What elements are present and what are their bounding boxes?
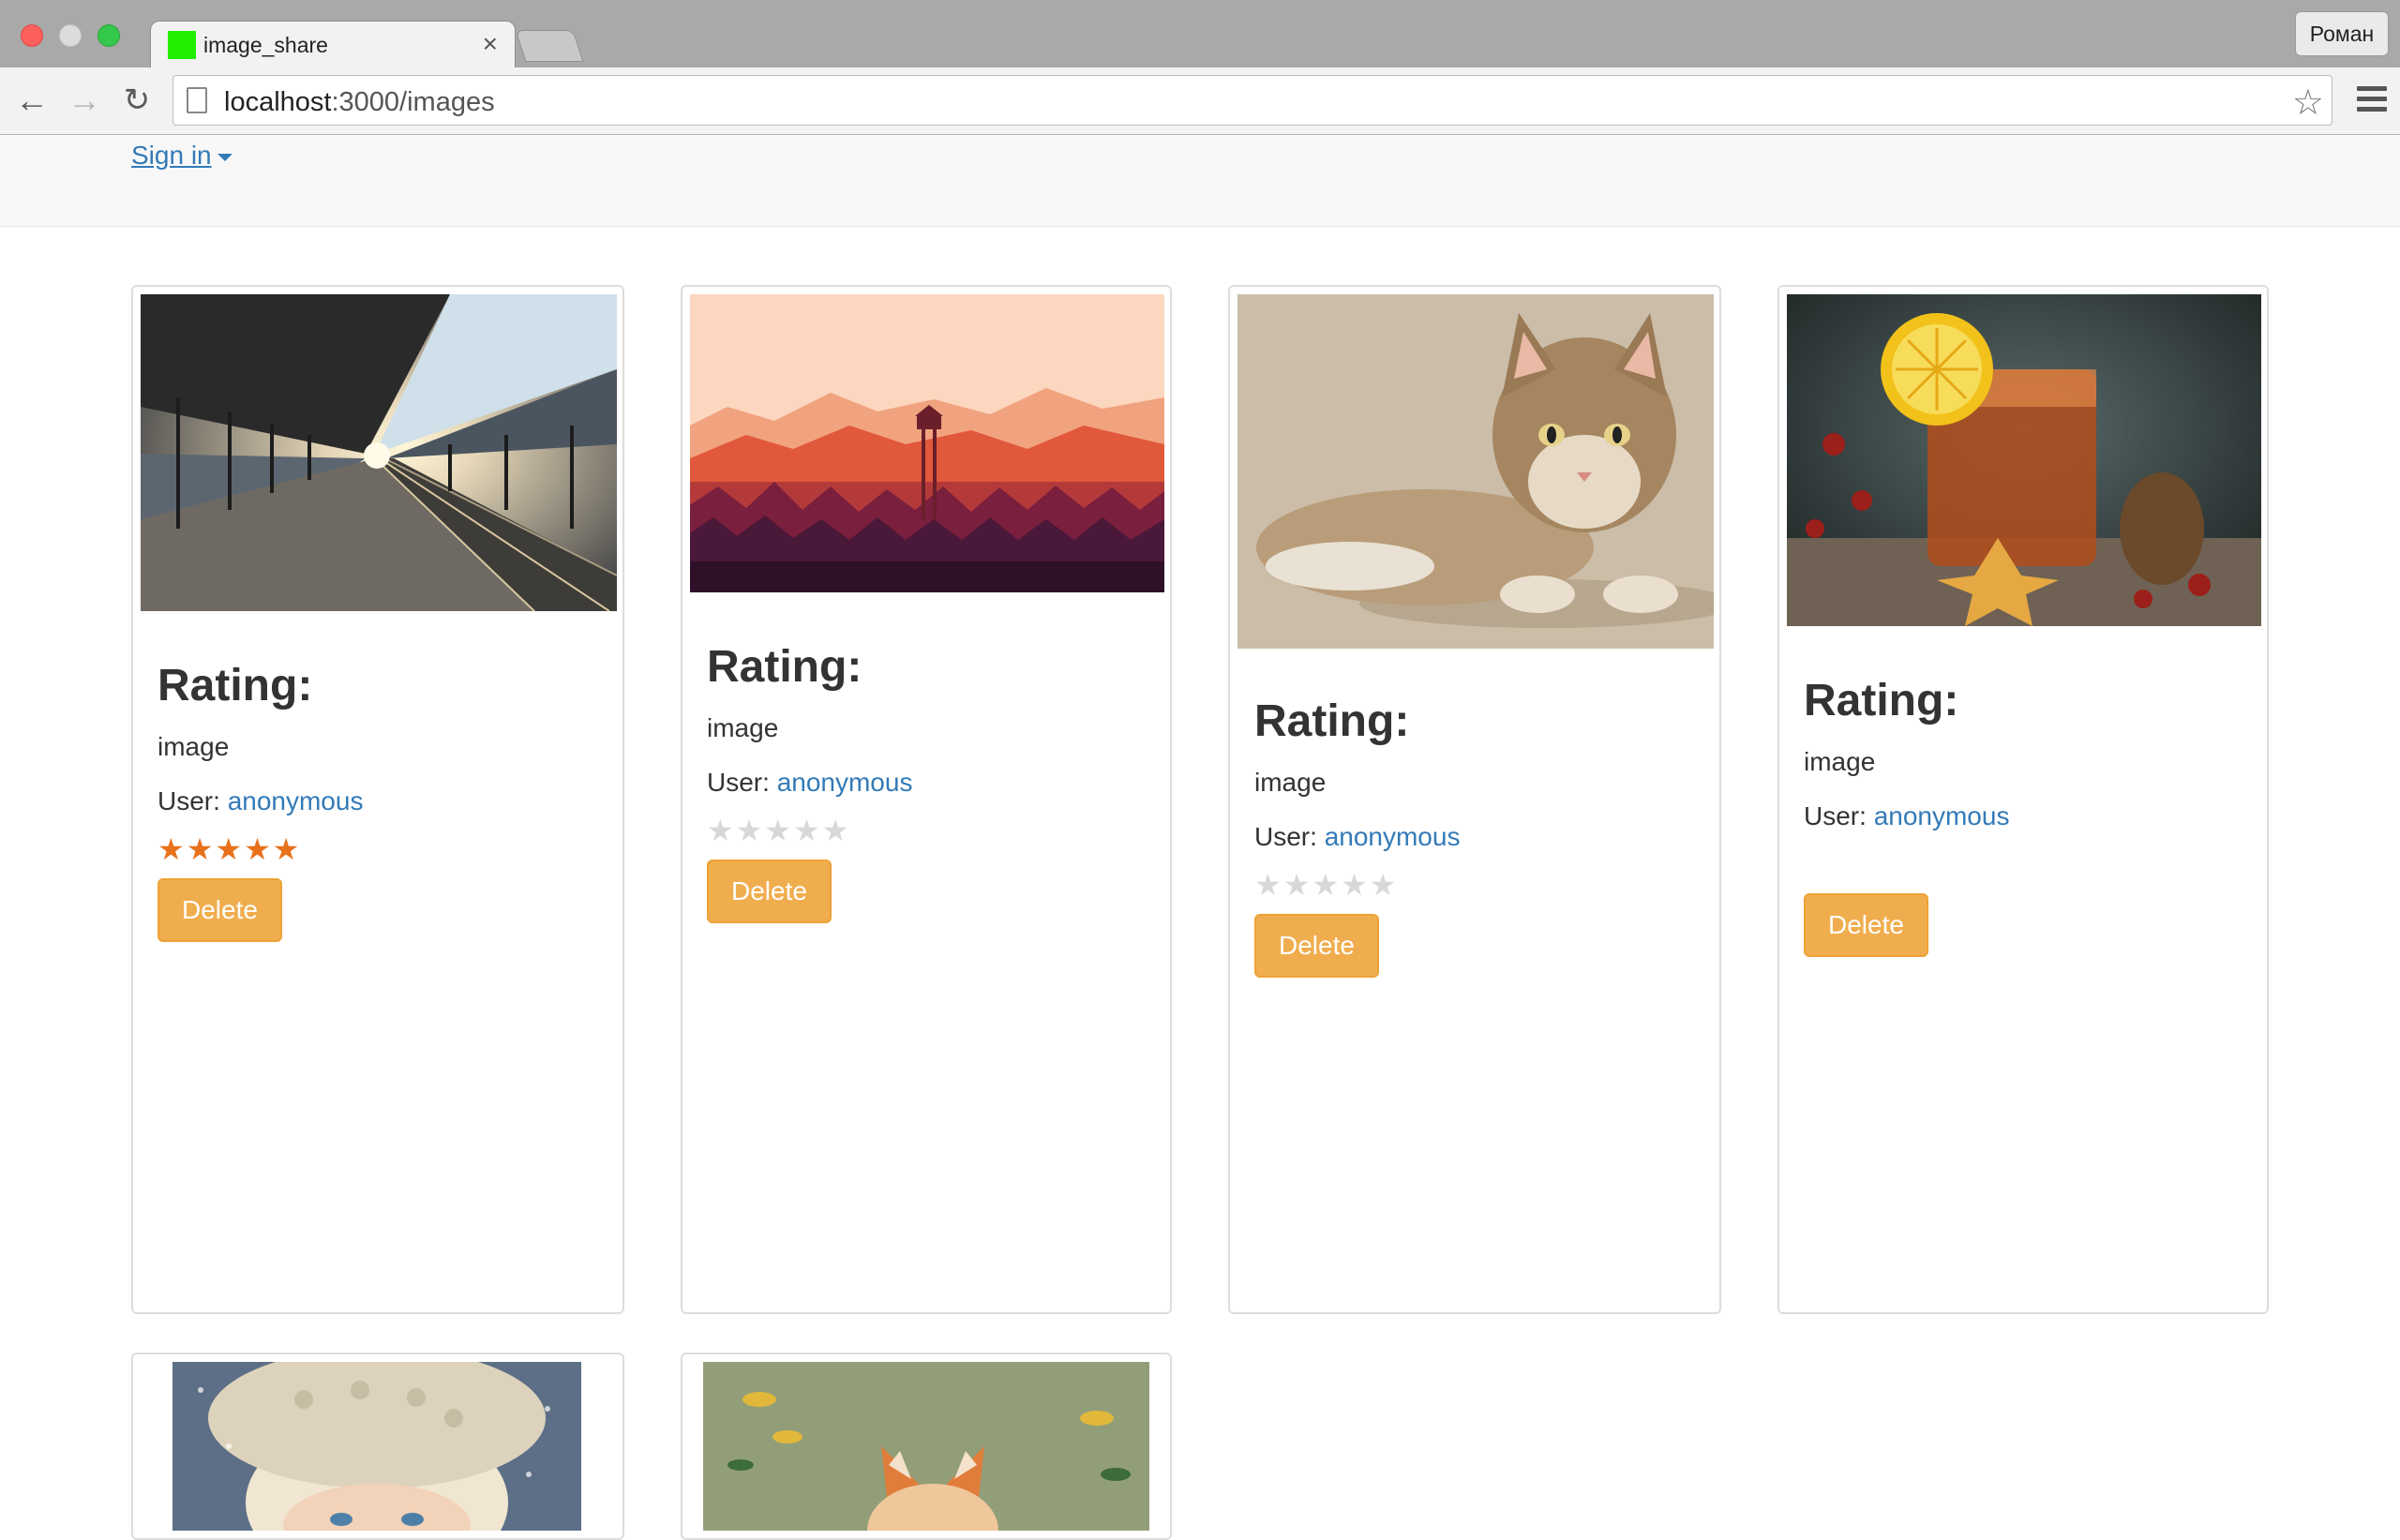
star-rating[interactable] — [1804, 846, 2009, 884]
user-line: User: anonymous — [1254, 822, 1460, 852]
bookmark-star-icon[interactable]: ☆ — [2292, 82, 2324, 124]
image-description: image — [707, 713, 779, 742]
empty-stars-icon[interactable]: ★★★★★ — [707, 814, 850, 847]
maximize-window-button[interactable] — [98, 24, 120, 47]
url-text[interactable]: localhost:3000/images — [224, 87, 495, 118]
image-thumbnail-fox-painting[interactable] — [703, 1362, 1149, 1531]
rating-heading: Rating: — [1804, 676, 1959, 725]
image-thumbnail-girl-painting[interactable] — [172, 1362, 581, 1531]
image-card — [681, 1353, 1172, 1540]
image-description: image — [158, 732, 230, 761]
filled-stars-icon[interactable]: ★★★★★ — [158, 832, 301, 866]
delete-button[interactable]: Delete — [1804, 893, 1928, 957]
sign-in-label: Sign in — [131, 141, 212, 170]
user-link[interactable]: anonymous — [1874, 801, 2010, 830]
user-line: User: anonymous — [158, 786, 363, 816]
user-line: User: anonymous — [1804, 801, 2009, 831]
user-link[interactable]: anonymous — [1325, 822, 1461, 851]
empty-stars-icon[interactable]: ★★★★★ — [1254, 868, 1398, 902]
image-card: Rating: image User: anonymous ★★★★★ Dele… — [1228, 285, 1721, 1314]
rating-heading: Rating: — [707, 642, 862, 692]
delete-button[interactable]: Delete — [158, 878, 282, 942]
user-prefix: User: — [1804, 801, 1874, 830]
image-card — [131, 1353, 624, 1540]
card-body: Rating: image User: anonymous Delete — [1804, 675, 2009, 957]
image-description: image — [1254, 768, 1327, 797]
image-card: Rating: image User: anonymous Delete — [1778, 285, 2269, 1314]
rating-heading: Rating: — [158, 661, 313, 710]
image-card: Rating: image User: anonymous ★★★★★ Dele… — [681, 285, 1172, 1314]
user-line: User: anonymous — [707, 768, 912, 798]
browser-toolbar: ← → ↻ localhost:3000/images ☆ — [0, 67, 2400, 135]
image-description: image — [1804, 747, 1876, 776]
delete-button[interactable]: Delete — [707, 860, 832, 923]
delete-button[interactable]: Delete — [1254, 914, 1379, 978]
tab-title: image_share — [203, 33, 328, 57]
card-body: Rating: image User: anonymous ★★★★★ Dele… — [707, 641, 912, 923]
minimize-window-button[interactable] — [59, 24, 82, 47]
hamburger-menu-icon[interactable] — [2357, 86, 2387, 114]
url-path: :3000/images — [331, 87, 495, 117]
star-rating[interactable]: ★★★★★ — [1254, 867, 1460, 905]
sign-in-dropdown[interactable]: Sign in — [131, 141, 232, 171]
forward-arrow-icon[interactable]: → — [66, 82, 103, 120]
image-thumbnail-railway-station[interactable] — [141, 294, 617, 611]
image-thumbnail-firewatch-forest[interactable] — [690, 294, 1164, 592]
card-body: Rating: image User: anonymous ★★★★★ Dele… — [1254, 695, 1460, 978]
close-window-button[interactable] — [21, 24, 43, 47]
caret-down-icon — [217, 153, 232, 161]
user-prefix: User: — [158, 786, 228, 815]
reload-icon[interactable]: ↻ — [118, 82, 156, 120]
image-thumbnail-kitten[interactable] — [1238, 294, 1714, 649]
card-body: Rating: image User: anonymous ★★★★★ Dele… — [158, 660, 363, 942]
user-prefix: User: — [707, 768, 777, 797]
image-card: Rating: image User: anonymous ★★★★★ Dele… — [131, 285, 624, 1314]
favicon-icon — [168, 31, 196, 59]
star-rating[interactable]: ★★★★★ — [707, 813, 912, 850]
url-host: localhost — [224, 87, 332, 117]
new-tab-button[interactable] — [515, 30, 584, 62]
back-arrow-icon[interactable]: ← — [13, 82, 51, 120]
address-bar[interactable]: localhost:3000/images ☆ — [172, 75, 2332, 126]
image-thumbnail-tea-still-life[interactable] — [1787, 294, 2261, 626]
browser-tab-active[interactable]: image_share × — [150, 21, 516, 67]
browser-titlebar: image_share × Роман — [0, 0, 2400, 67]
user-prefix: User: — [1254, 822, 1325, 851]
site-navbar: Sign in — [0, 135, 2400, 227]
star-rating[interactable]: ★★★★★ — [158, 831, 363, 869]
page-icon — [187, 87, 207, 113]
user-link[interactable]: anonymous — [777, 768, 913, 797]
profile-button[interactable]: Роман — [2295, 11, 2389, 56]
user-link[interactable]: anonymous — [228, 786, 364, 815]
tab-close-icon[interactable]: × — [483, 29, 498, 59]
rating-heading: Rating: — [1254, 696, 1410, 746]
